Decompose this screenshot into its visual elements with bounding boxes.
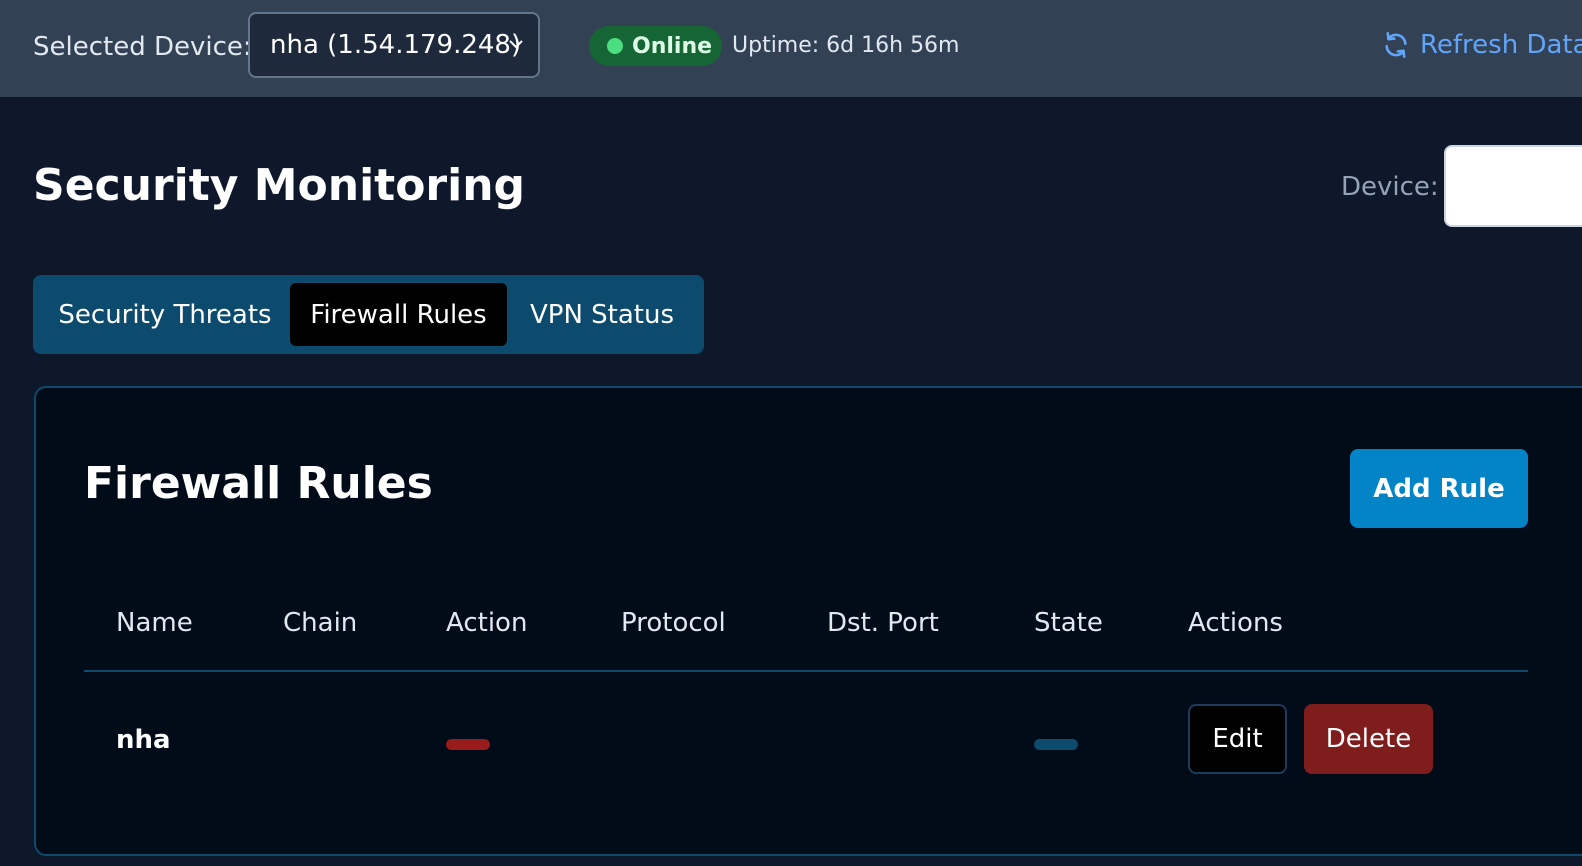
firewall-rules-card: Firewall Rules Add Rule Name Chain Actio…	[34, 386, 1582, 856]
column-header-state: State	[1034, 608, 1103, 638]
column-header-actions: Actions	[1188, 608, 1283, 638]
status-badge: Online	[589, 26, 722, 66]
tab-security-threats[interactable]: Security Threats	[41, 283, 289, 346]
tab-bar: Security Threats Firewall Rules VPN Stat…	[33, 275, 704, 354]
refresh-data-label: Refresh Data	[1420, 30, 1582, 60]
column-header-protocol: Protocol	[621, 608, 726, 638]
edit-button[interactable]: Edit	[1188, 704, 1287, 774]
status-text: Online	[632, 33, 713, 59]
column-header-action: Action	[446, 608, 528, 638]
column-header-chain: Chain	[283, 608, 358, 638]
top-bar: Selected Device: nha (1.54.179.248) Onli…	[0, 0, 1582, 97]
chevron-down-icon	[509, 40, 523, 49]
delete-button[interactable]: Delete	[1304, 704, 1433, 774]
device-select-value: nha (1.54.179.248)	[270, 30, 522, 60]
state-badge	[1034, 739, 1078, 750]
tab-firewall-rules[interactable]: Firewall Rules	[290, 283, 507, 346]
column-header-dst-port: Dst. Port	[827, 608, 939, 638]
device-select[interactable]: nha (1.54.179.248)	[248, 12, 540, 78]
column-header-name: Name	[116, 608, 193, 638]
action-badge	[446, 739, 490, 750]
rule-name-cell: nha	[116, 725, 171, 755]
refresh-data-button[interactable]: Refresh Data	[1382, 30, 1582, 60]
tab-vpn-status[interactable]: VPN Status	[509, 283, 695, 346]
page-title: Security Monitoring	[33, 160, 526, 211]
selected-device-label: Selected Device:	[33, 32, 252, 62]
refresh-icon	[1385, 32, 1407, 58]
add-rule-button[interactable]: Add Rule	[1350, 449, 1528, 528]
device-filter-label: Device:	[1341, 172, 1439, 202]
status-dot-icon	[607, 38, 623, 54]
uptime-text: Uptime: 6d 16h 56m	[732, 33, 960, 58]
table-header-divider	[84, 670, 1528, 672]
device-filter-input[interactable]	[1444, 145, 1582, 227]
card-title: Firewall Rules	[84, 458, 433, 509]
